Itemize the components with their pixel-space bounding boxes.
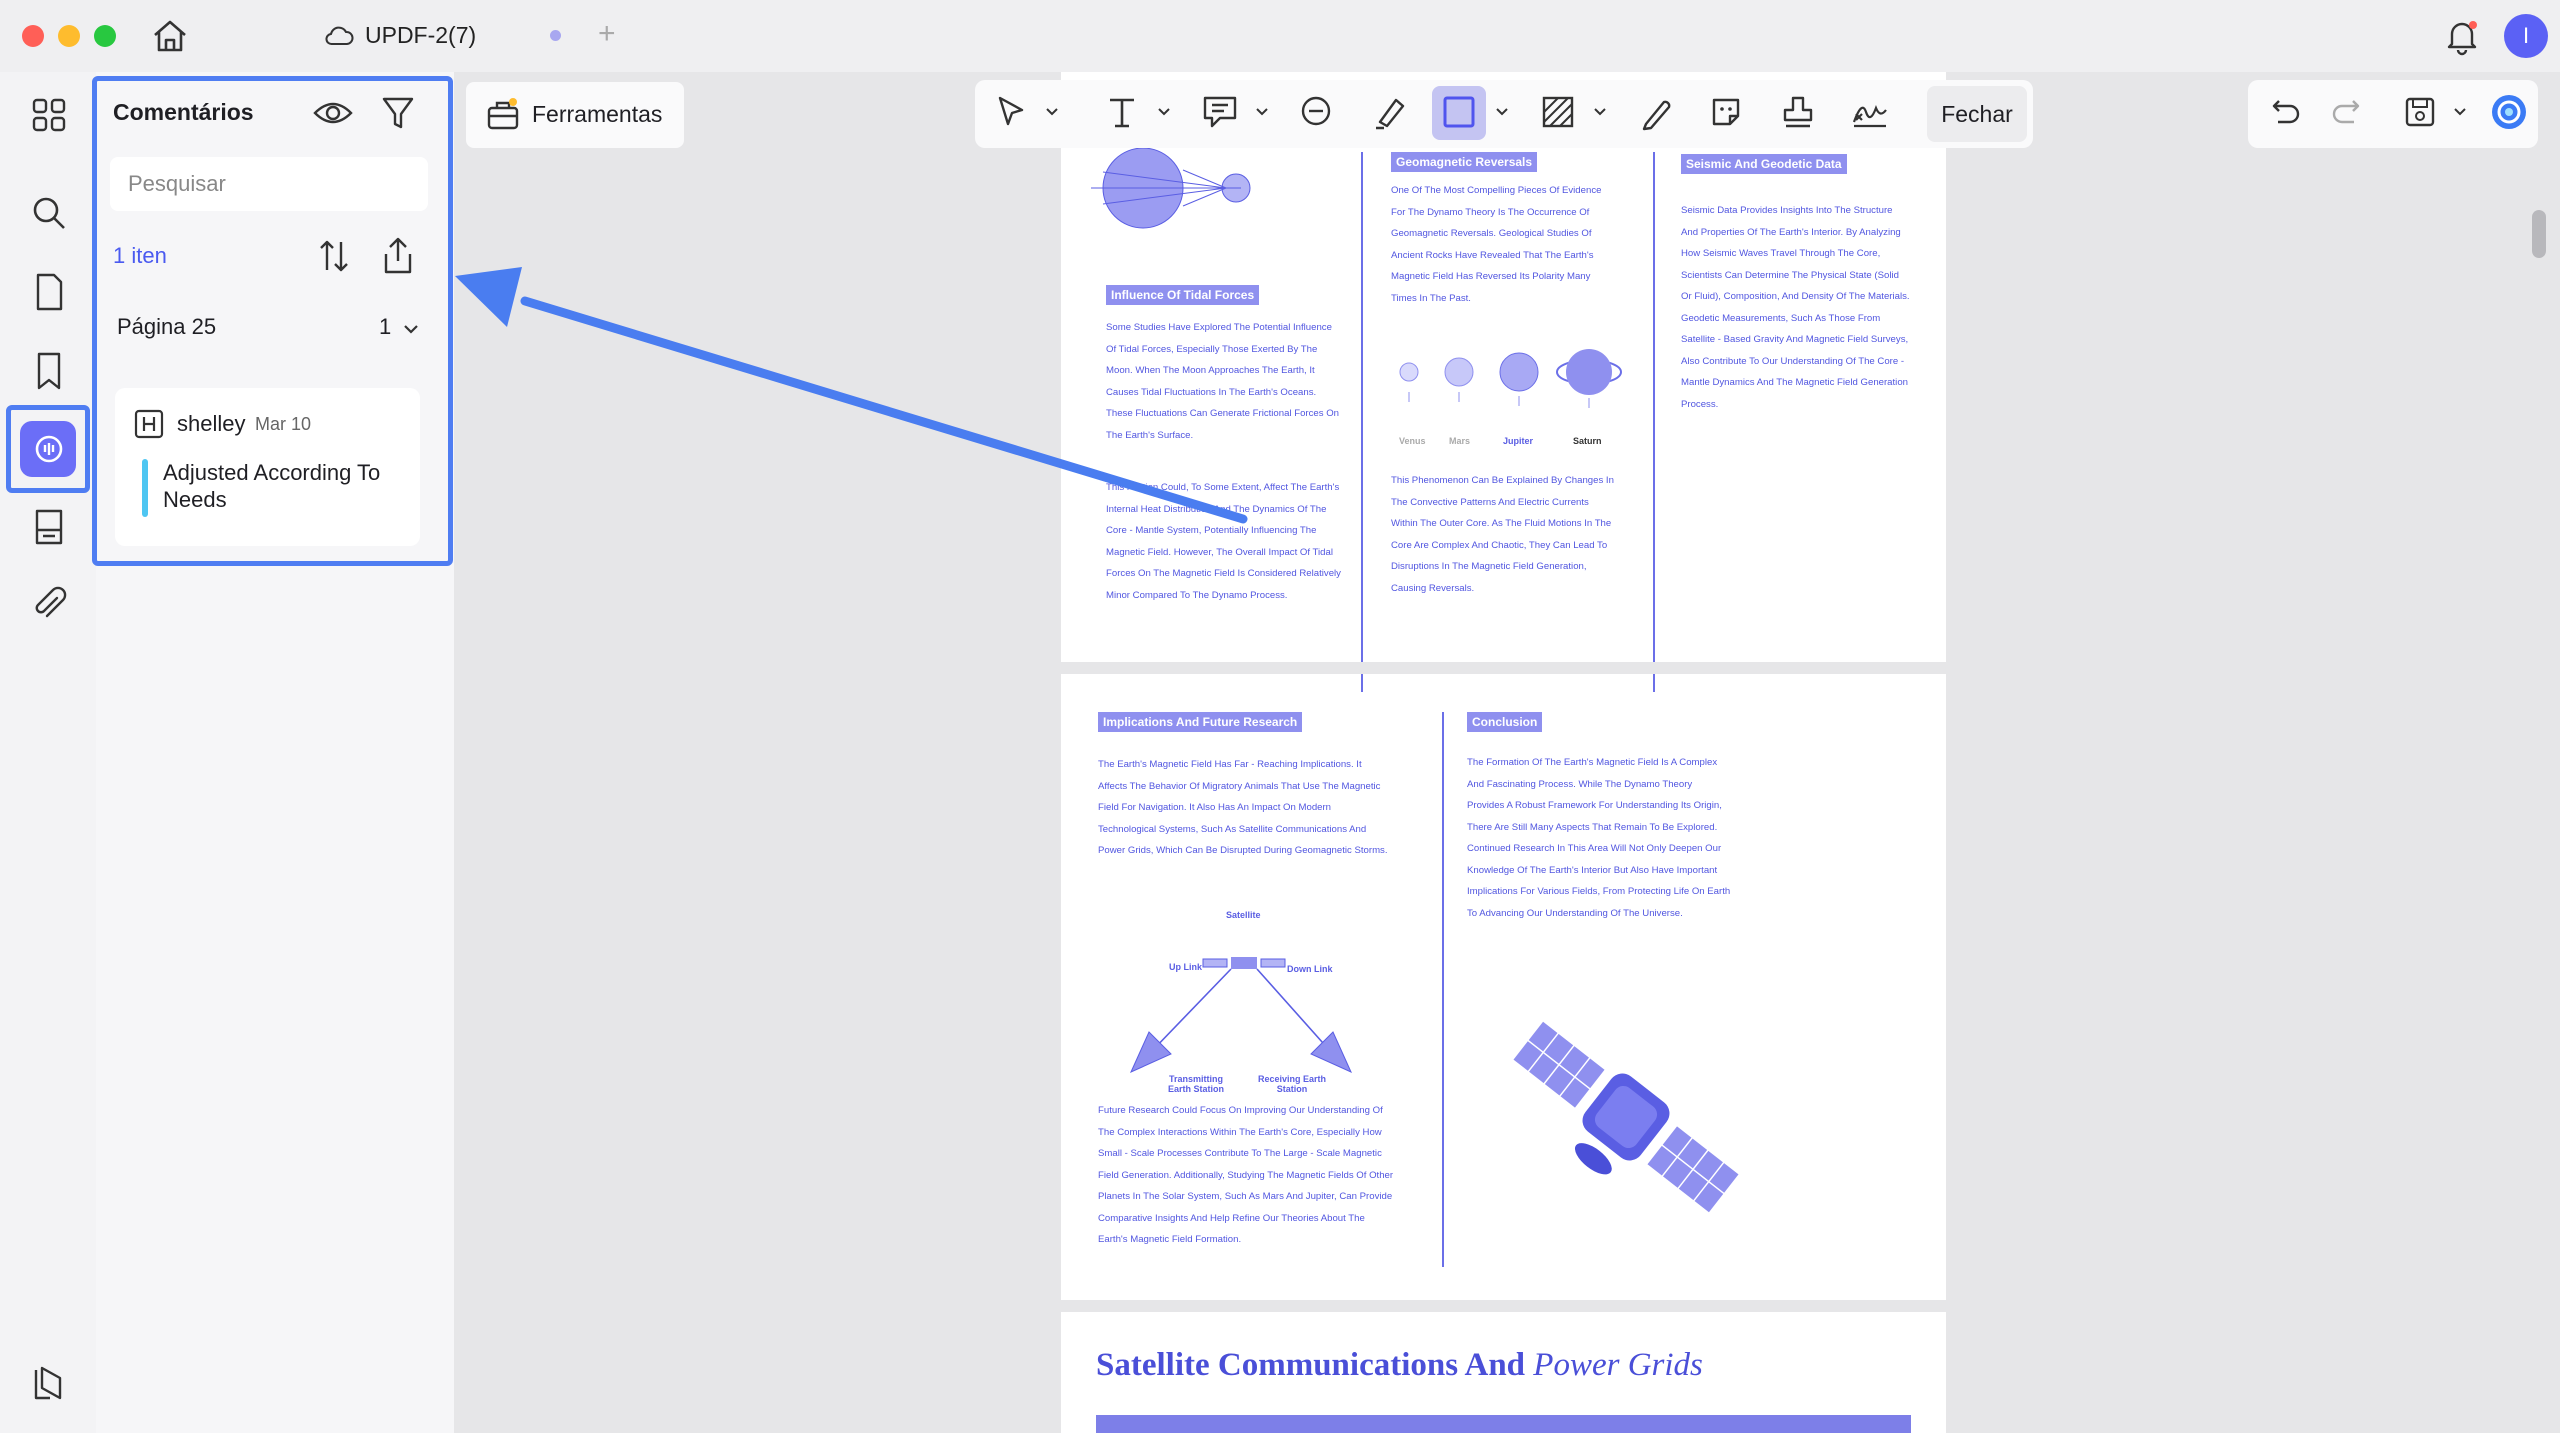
- unsaved-indicator: [550, 30, 561, 41]
- hatch-icon[interactable]: [1538, 92, 1578, 132]
- seismic-heading: Seismic And Geodetic Data: [1681, 154, 1847, 174]
- sticker-icon[interactable]: [1706, 92, 1746, 132]
- save-icon[interactable]: [2400, 92, 2440, 132]
- planet-label-mars: Mars: [1449, 436, 1471, 446]
- column-divider: [1653, 152, 1655, 692]
- search-input[interactable]: [110, 157, 428, 211]
- signature-icon[interactable]: [1850, 92, 1890, 132]
- reversals-heading: Geomagnetic Reversals: [1391, 152, 1538, 172]
- chevron-down-icon[interactable]: [1156, 104, 1172, 120]
- search-icon[interactable]: [24, 188, 74, 238]
- callout-icon[interactable]: [1200, 92, 1240, 132]
- filter-icon[interactable]: [380, 94, 416, 132]
- column-divider: [1442, 712, 1444, 1267]
- satellite-label: Satellite: [1226, 910, 1261, 920]
- section-heading: Satellite Communications And Power Grids: [1096, 1347, 1703, 1384]
- decorative-bar: [1096, 1415, 1911, 1433]
- chevron-down-icon[interactable]: [1044, 104, 1060, 120]
- close-window-button[interactable]: [22, 25, 44, 47]
- reversals-text: One Of The Most Compelling Pieces Of Evi…: [1391, 185, 1602, 304]
- implications-text: The Earth's Magnetic Field Has Far - Rea…: [1098, 759, 1388, 856]
- undo-icon[interactable]: [2264, 92, 2304, 132]
- redo-icon[interactable]: [2328, 92, 2368, 132]
- home-icon[interactable]: [150, 18, 190, 54]
- column-divider: [1361, 152, 1363, 692]
- conclusion-heading: Conclusion: [1467, 712, 1543, 732]
- chevron-down-icon[interactable]: [2452, 104, 2468, 120]
- layers-icon[interactable]: [24, 1358, 74, 1408]
- tidal-heading: Influence Of Tidal Forces: [1106, 285, 1260, 305]
- comments-panel: [96, 72, 454, 1433]
- ai-assistant-icon[interactable]: [2489, 92, 2529, 132]
- page-group-count: 1: [379, 314, 392, 339]
- minimize-window-button[interactable]: [58, 25, 80, 47]
- future-research-text: Future Research Could Focus On Improving…: [1098, 1105, 1394, 1245]
- receiving-label: Receiving Earth Station: [1257, 1074, 1327, 1094]
- document-tab-title[interactable]: UPDF-2(7): [365, 20, 476, 50]
- pdf-document: Influence Of Tidal Forces Some Studies H…: [1061, 72, 1946, 1433]
- page-group-label[interactable]: Página 25: [117, 314, 216, 340]
- comments-icon[interactable]: [24, 424, 74, 474]
- comment-date: Mar 10: [255, 414, 312, 434]
- planet-label-saturn: Saturn: [1573, 436, 1602, 446]
- pencil-icon[interactable]: [1636, 92, 1676, 132]
- comment-color-bar: [142, 459, 148, 517]
- tidal-diagram: [1091, 147, 1251, 229]
- user-avatar[interactable]: I: [2504, 14, 2548, 58]
- attachment-icon[interactable]: [24, 580, 74, 630]
- seismic-text: Seismic Data Provides Insights Into The …: [1681, 205, 1910, 410]
- panel-title: Comentários: [113, 99, 254, 125]
- comment-author: shelley: [177, 411, 246, 436]
- chevron-down-icon[interactable]: [400, 318, 422, 340]
- down-link-label: Down Link: [1287, 964, 1333, 974]
- form-icon[interactable]: [24, 502, 74, 552]
- chevron-down-icon[interactable]: [1592, 104, 1608, 120]
- reversals-text-2: This Phenomenon Can Be Explained By Chan…: [1391, 475, 1614, 594]
- apps-icon[interactable]: [24, 90, 74, 140]
- pages-icon[interactable]: [24, 267, 74, 317]
- up-link-label: Up Link: [1169, 962, 1202, 972]
- planet-label-venus: Venus: [1399, 436, 1426, 446]
- page-separator: [1061, 1300, 1946, 1312]
- highlighter-icon[interactable]: [1370, 92, 1410, 132]
- export-icon[interactable]: [378, 236, 418, 276]
- transmitting-label: Transmitting Earth Station: [1167, 1074, 1224, 1094]
- heading-italic: Power Grids: [1533, 1347, 1703, 1383]
- vertical-scrollbar[interactable]: [2532, 210, 2546, 258]
- chevron-down-icon[interactable]: [1254, 104, 1270, 120]
- cloud-icon: [325, 26, 354, 45]
- heading-bold: Satellite Communications And: [1096, 1347, 1526, 1383]
- satellite-illustration: [1510, 1018, 1742, 1216]
- select-icon[interactable]: [992, 92, 1032, 132]
- planet-label-jupiter: Jupiter: [1503, 436, 1534, 446]
- planets-illustration: [1399, 349, 1622, 408]
- toolbox-icon[interactable]: [486, 96, 520, 132]
- close-toolbar-button[interactable]: Fechar: [1927, 86, 2027, 142]
- maximize-window-button[interactable]: [94, 25, 116, 47]
- implications-heading: Implications And Future Research: [1098, 712, 1303, 732]
- satellite-link-diagram: [1130, 957, 1352, 1073]
- new-tab-button[interactable]: +: [598, 14, 616, 54]
- tidal-text-2: This Friction Could, To Some Extent, Aff…: [1106, 482, 1341, 601]
- rectangle-icon[interactable]: [1439, 92, 1479, 132]
- text-icon[interactable]: [1102, 92, 1142, 132]
- highlight-type-icon: [134, 409, 164, 439]
- notification-bell-icon[interactable]: [2442, 16, 2482, 56]
- comment-icon[interactable]: [1296, 92, 1336, 132]
- page-separator: [1061, 662, 1946, 674]
- bookmark-icon[interactable]: [24, 346, 74, 396]
- tidal-text: Some Studies Have Explored The Potential…: [1106, 322, 1340, 441]
- comment-text: Adjusted According To Needs: [163, 460, 381, 512]
- sort-icon[interactable]: [316, 238, 352, 274]
- stamp-icon[interactable]: [1778, 92, 1818, 132]
- tools-label[interactable]: Ferramentas: [532, 101, 662, 128]
- conclusion-text: The Formation Of The Earth's Magnetic Fi…: [1467, 757, 1731, 919]
- comment-count: 1 iten: [113, 243, 167, 268]
- eye-icon[interactable]: [312, 96, 354, 130]
- chevron-down-icon[interactable]: [1494, 104, 1510, 120]
